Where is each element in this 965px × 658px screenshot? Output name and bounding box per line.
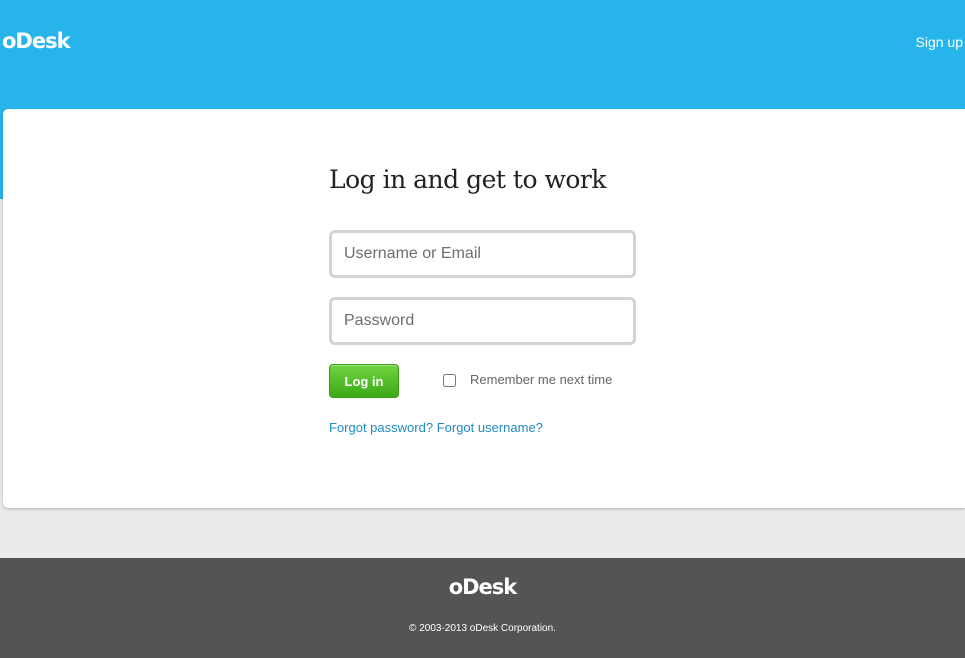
sign-up-link[interactable]: Sign up xyxy=(916,33,963,51)
login-actions: Log in Remember me next time xyxy=(329,364,649,398)
forgot-username-link[interactable]: Forgot username? xyxy=(437,420,543,435)
odesk-login-page: oDesk Sign up Log in and get to work Log… xyxy=(0,0,965,658)
footer: oDesk © 2003-2013 oDesk Corporation. xyxy=(0,558,965,658)
login-button[interactable]: Log in xyxy=(329,364,399,398)
forgot-password-link[interactable]: Forgot password? xyxy=(329,420,433,435)
remember-me[interactable]: Remember me next time xyxy=(443,372,612,388)
remember-me-label: Remember me next time xyxy=(470,372,613,387)
page-title: Log in and get to work xyxy=(329,165,607,194)
login-form: Log in and get to work Log in Remember m… xyxy=(329,164,649,436)
copyright-text: © 2003-2013 oDesk Corporation. xyxy=(409,623,556,634)
forgot-links: Forgot password? Forgot username? xyxy=(329,420,649,436)
odesk-logo[interactable]: oDesk xyxy=(2,28,71,54)
login-card: Log in and get to work Log in Remember m… xyxy=(3,109,965,508)
remember-me-checkbox[interactable] xyxy=(443,373,456,387)
password-input[interactable] xyxy=(329,297,636,345)
footer-logo: oDesk xyxy=(448,575,518,599)
username-input[interactable] xyxy=(329,230,636,278)
